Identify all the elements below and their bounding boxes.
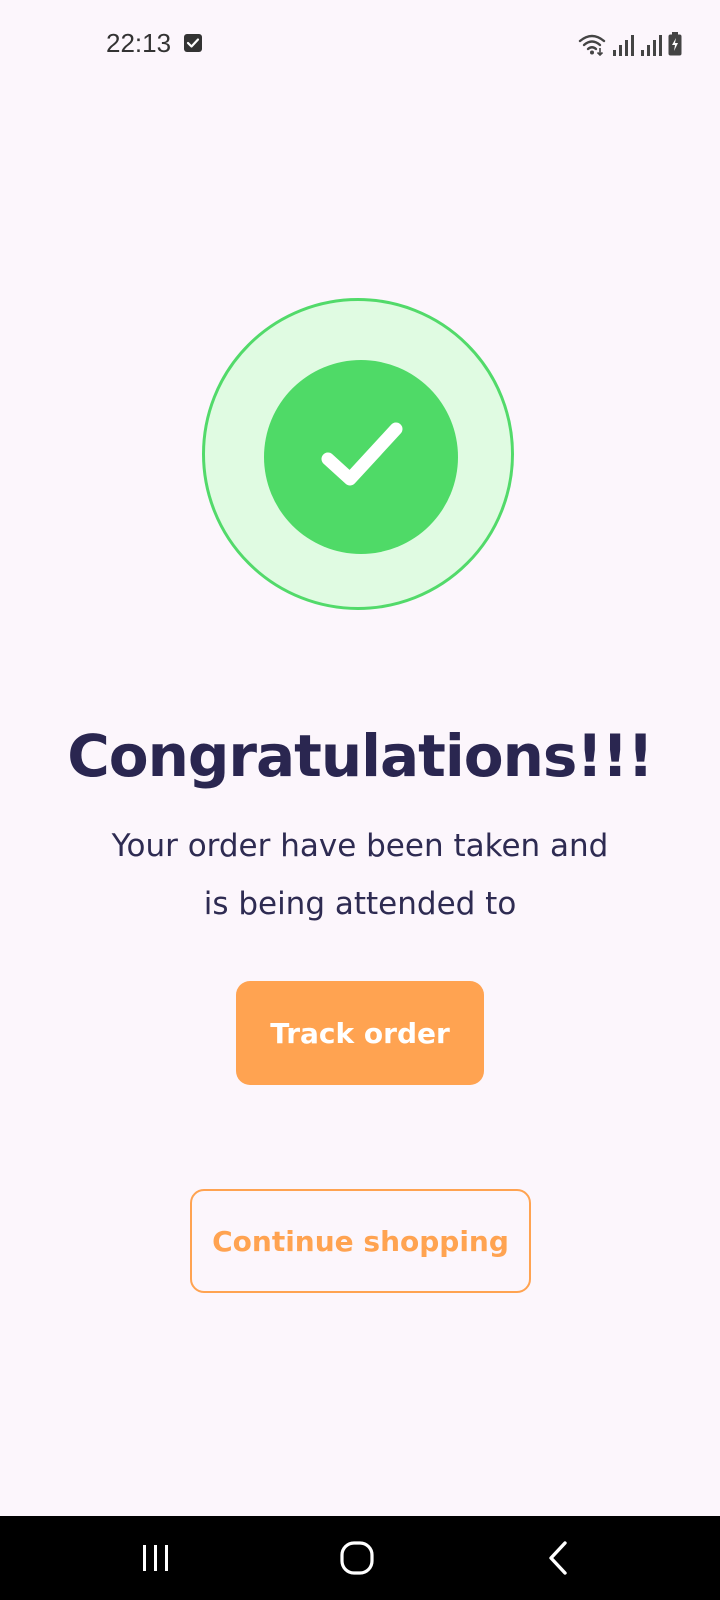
order-confirmation-message: Your order have been taken and is being … [110, 817, 610, 933]
navigation-bar [0, 1516, 720, 1600]
home-button[interactable] [297, 1516, 417, 1600]
back-button[interactable] [498, 1516, 618, 1600]
status-time: 22:13 [106, 28, 172, 58]
continue-shopping-button[interactable]: Continue shopping [190, 1189, 531, 1293]
checkbox-notification-icon [184, 34, 202, 52]
message-line-1: Your order have been taken and [111, 828, 609, 864]
recent-apps-button[interactable] [96, 1516, 216, 1600]
home-icon [340, 1541, 374, 1575]
page-title: Congratulations!!! [67, 722, 654, 790]
recent-apps-icon [143, 1545, 168, 1571]
back-icon [549, 1541, 567, 1575]
message-line-2: is being attended to [203, 886, 517, 922]
track-order-button[interactable]: Track order [236, 981, 484, 1085]
signal-icon [613, 35, 634, 56]
status-icons [578, 30, 682, 56]
battery-charging-icon [668, 32, 682, 56]
wifi-icon [578, 34, 606, 56]
signal-icon [641, 35, 662, 56]
status-bar: 22:13 [0, 0, 720, 88]
checkmark-icon [321, 422, 403, 486]
